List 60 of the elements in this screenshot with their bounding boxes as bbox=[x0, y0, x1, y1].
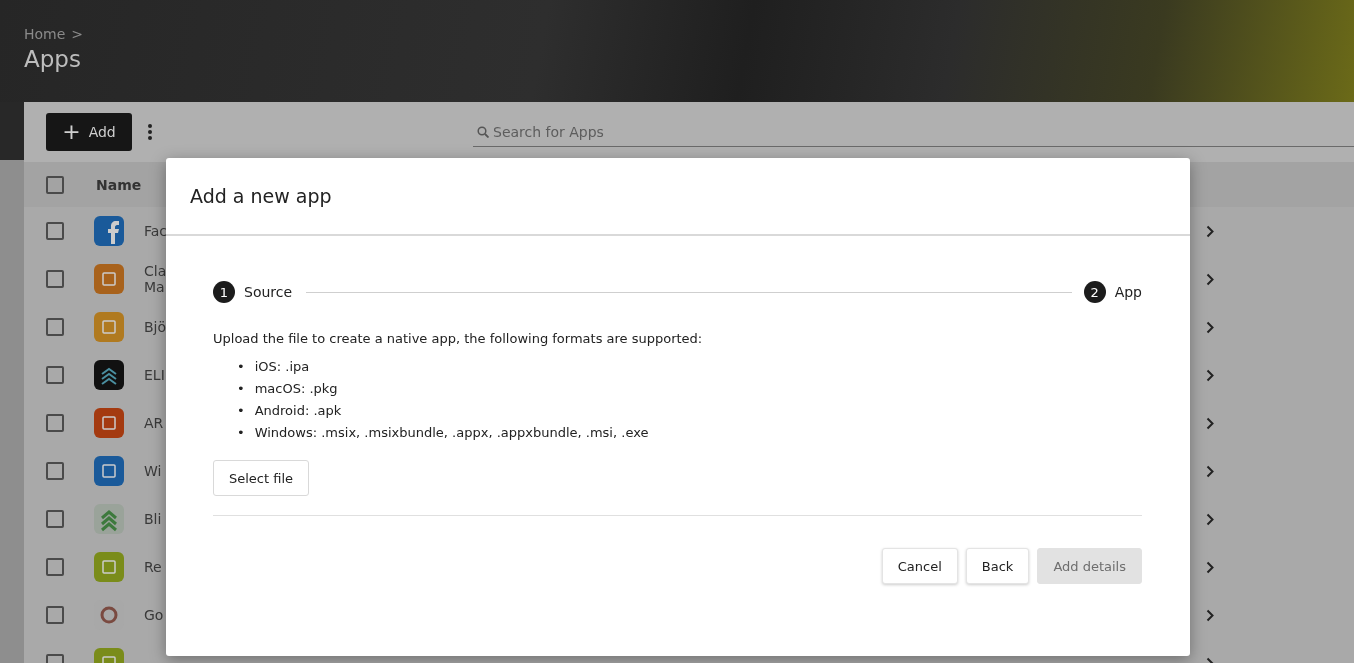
app-icon bbox=[94, 216, 124, 246]
row-checkbox[interactable] bbox=[46, 366, 64, 384]
app-icon bbox=[94, 456, 124, 486]
row-checkbox[interactable] bbox=[46, 558, 64, 576]
app-icon bbox=[94, 360, 124, 390]
step-number: 1 bbox=[213, 281, 235, 303]
app-name[interactable]: Bli bbox=[144, 510, 162, 528]
dialog-button[interactable]: Back bbox=[965, 548, 1030, 584]
app-name[interactable]: Fac bbox=[144, 222, 168, 240]
format-item: Windows: .msix, .msixbundle, .appx, .appxbundle, .msi, .exe bbox=[254, 424, 649, 442]
search-icon bbox=[477, 126, 489, 138]
app-icon bbox=[94, 552, 124, 582]
chevron-right-icon[interactable] bbox=[1206, 512, 1214, 526]
app-name[interactable]: Cla Ma bbox=[144, 262, 167, 296]
row-checkbox[interactable] bbox=[46, 606, 64, 624]
format-item: Android: .apk bbox=[254, 402, 342, 420]
more-icon[interactable] bbox=[148, 124, 152, 140]
row-checkbox[interactable] bbox=[46, 414, 64, 432]
step-label: Source bbox=[244, 284, 293, 300]
row-checkbox[interactable] bbox=[46, 270, 64, 288]
page-title: Apps bbox=[24, 46, 82, 72]
app-name[interactable]: Bjö bbox=[144, 318, 167, 336]
bullet: • bbox=[237, 424, 245, 442]
breadcrumb-separator: > bbox=[71, 26, 84, 42]
format-item: macOS: .pkg bbox=[254, 380, 338, 398]
format-item: iOS: .ipa bbox=[254, 358, 310, 376]
column-header[interactable]: Name bbox=[96, 176, 142, 193]
chevron-right-icon[interactable] bbox=[1206, 416, 1214, 430]
chevron-right-icon[interactable] bbox=[1206, 320, 1214, 334]
app-name[interactable]: Go bbox=[144, 606, 164, 624]
app-name[interactable]: Re bbox=[144, 558, 162, 576]
select-all-checkbox[interactable] bbox=[46, 175, 64, 194]
app-icon bbox=[94, 408, 124, 438]
app-icon bbox=[94, 264, 124, 294]
bullet: • bbox=[237, 380, 245, 398]
chevron-right-icon[interactable] bbox=[1206, 224, 1214, 238]
row-checkbox[interactable] bbox=[46, 318, 64, 336]
row-checkbox[interactable] bbox=[46, 462, 64, 480]
chevron-right-icon[interactable] bbox=[1206, 368, 1214, 382]
app-name[interactable]: AR bbox=[144, 414, 164, 432]
chevron-right-icon[interactable] bbox=[1206, 272, 1214, 286]
dialog-button[interactable]: Cancel bbox=[881, 548, 958, 584]
bullet: • bbox=[237, 358, 245, 376]
select-file-button[interactable]: Select file bbox=[213, 460, 310, 496]
dialog-title: Add a new app bbox=[166, 158, 1190, 236]
row-checkbox[interactable] bbox=[46, 510, 64, 528]
app-icon bbox=[94, 312, 124, 342]
instruction-text: Upload the file to create a native app, the following formats are supported: bbox=[213, 331, 704, 346]
row-checkbox[interactable] bbox=[46, 222, 64, 240]
chevron-right-icon[interactable] bbox=[1206, 560, 1214, 574]
app-name[interactable]: Wi bbox=[144, 462, 162, 480]
breadcrumb-link[interactable]: Home bbox=[24, 26, 66, 42]
chevron-right-icon[interactable] bbox=[1206, 608, 1214, 622]
app-name[interactable]: ELI bbox=[144, 366, 165, 384]
add-button[interactable]: + Add bbox=[46, 113, 132, 151]
step-label: App bbox=[1114, 284, 1142, 300]
bullet: • bbox=[237, 402, 245, 420]
chevron-right-icon[interactable] bbox=[1206, 464, 1214, 478]
app-icon bbox=[94, 504, 124, 534]
step-number: 2 bbox=[1083, 281, 1106, 303]
